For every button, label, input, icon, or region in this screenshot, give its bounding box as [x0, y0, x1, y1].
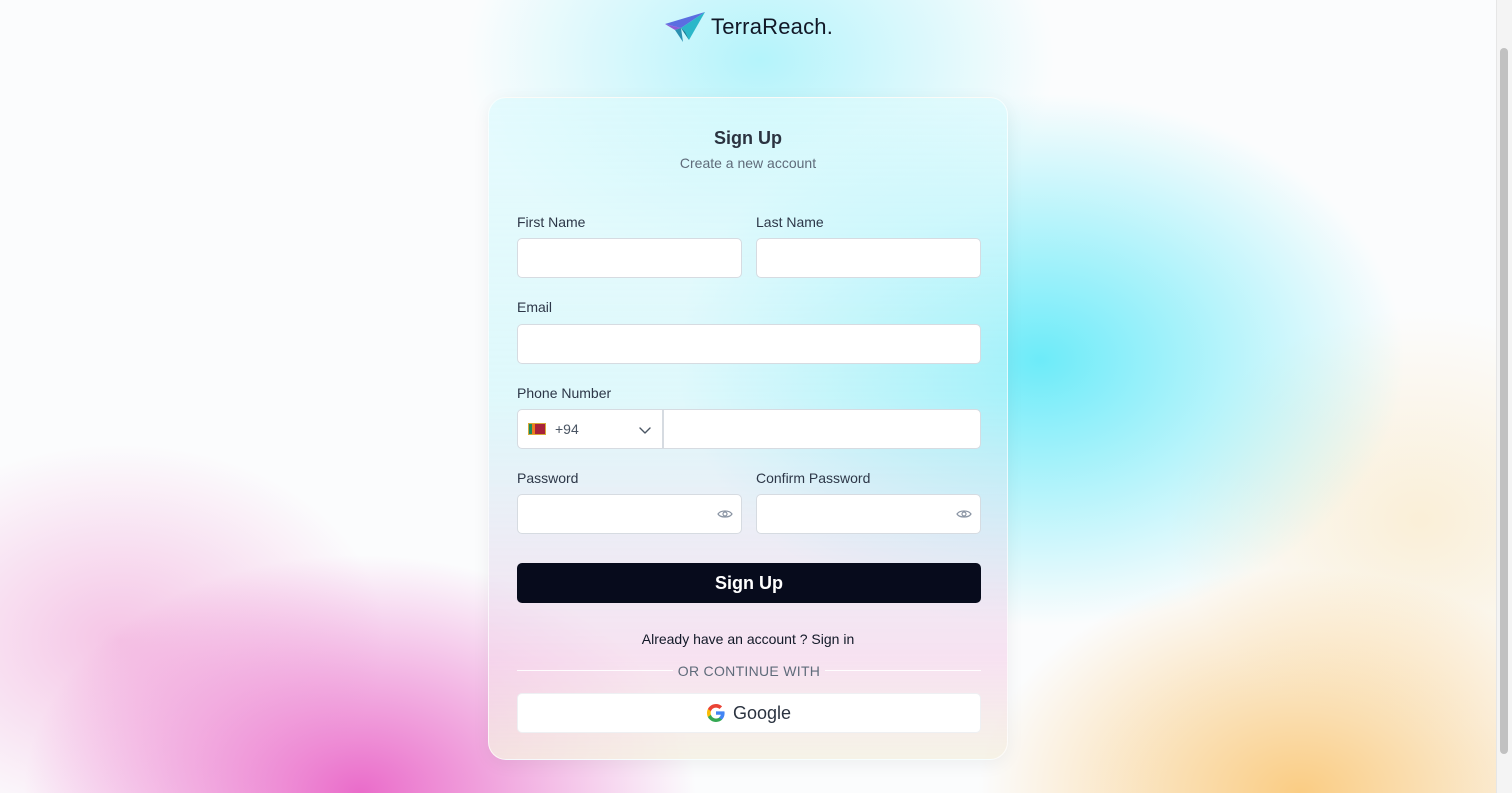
phone-label: Phone Number: [517, 385, 612, 401]
paper-plane-icon: [665, 12, 705, 42]
signup-card: Sign Up Create a new account First Name …: [488, 97, 1008, 760]
form-subtitle: Create a new account: [679, 155, 817, 171]
scrollbar-thumb[interactable]: [1500, 48, 1508, 754]
already-account-text: Already have an account ?: [641, 631, 808, 647]
password-input[interactable]: [517, 494, 742, 534]
dial-code: +94: [555, 421, 579, 437]
email-label: Email: [517, 299, 553, 315]
confirm-password-field: [756, 494, 981, 534]
signin-prompt: Already have an account ? Sign in: [489, 631, 1007, 647]
last-name-input[interactable]: [756, 238, 981, 278]
password-label: Password: [517, 470, 579, 486]
divider-text: OR CONTINUE WITH: [677, 663, 821, 679]
country-code-select[interactable]: +94: [517, 409, 663, 449]
google-label: Google: [732, 702, 792, 723]
chevron-down-icon: [639, 427, 651, 434]
password-field: [517, 494, 742, 534]
phone-input[interactable]: [663, 409, 981, 449]
google-signin-button[interactable]: Google: [517, 693, 981, 733]
eye-icon[interactable]: [717, 506, 733, 522]
email-input[interactable]: [517, 324, 981, 364]
sign-in-link[interactable]: Sign in: [811, 631, 854, 647]
confirm-password-input[interactable]: [756, 494, 981, 534]
google-icon: [706, 704, 725, 722]
sri-lanka-flag-icon: [528, 423, 546, 435]
first-name-label: First Name: [517, 214, 586, 230]
first-name-input[interactable]: [517, 238, 742, 278]
brand-name: TerraReach.: [711, 14, 834, 39]
confirm-password-label: Confirm Password: [756, 470, 871, 486]
eye-icon[interactable]: [956, 506, 972, 522]
last-name-label: Last Name: [756, 214, 824, 230]
page-scrollbar[interactable]: [1496, 0, 1512, 793]
brand-logo[interactable]: TerraReach.: [663, 10, 833, 44]
sign-up-button[interactable]: Sign Up: [517, 563, 981, 603]
form-title: Sign Up: [714, 128, 782, 148]
divider: OR CONTINUE WITH: [517, 663, 981, 679]
